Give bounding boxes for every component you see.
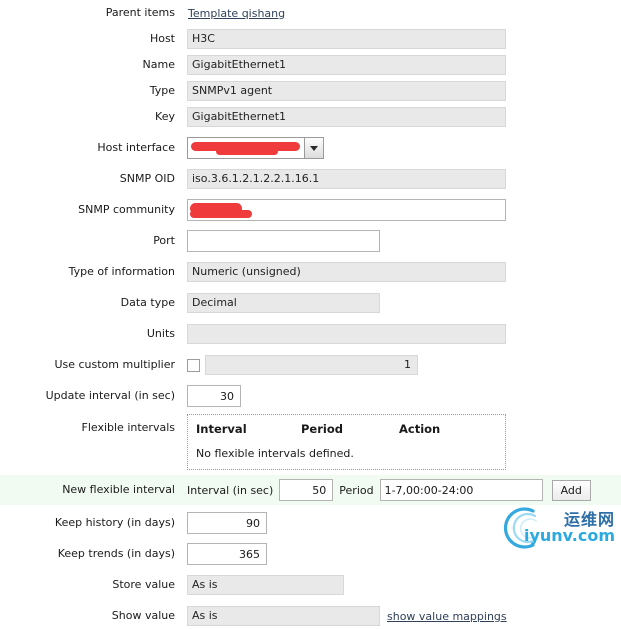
form-row-parent-items: Parent items Template qishang bbox=[0, 0, 621, 26]
label-use-custom-multiplier: Use custom multiplier bbox=[54, 358, 175, 371]
label-name: Name bbox=[142, 58, 175, 71]
field-type: SNMPv1 agent bbox=[187, 81, 621, 101]
data-type-value: Decimal bbox=[187, 293, 380, 313]
form-row-type-of-information: Type of information Numeric (unsigned) bbox=[0, 259, 621, 285]
label-new-flexible-interval: New flexible interval bbox=[62, 483, 175, 496]
field-host: H3C bbox=[187, 29, 621, 49]
form-row-keep-history: Keep history (in days) bbox=[0, 510, 621, 536]
redaction-mark bbox=[190, 210, 252, 218]
keep-history-input[interactable] bbox=[187, 512, 267, 534]
label-host: Host bbox=[149, 32, 175, 45]
form-row-snmp-oid: SNMP OID iso.3.6.1.2.1.2.2.1.16.1 bbox=[0, 166, 621, 192]
label-show-value: Show value bbox=[111, 609, 175, 622]
item-configuration-form: Parent items Template qishang Host H3C N… bbox=[0, 0, 621, 629]
form-row-new-flexible-interval: New flexible interval Interval (in sec) … bbox=[0, 475, 621, 505]
label-host-interface: Host interface bbox=[97, 141, 175, 154]
custom-multiplier-value: 1 bbox=[205, 355, 418, 375]
label-parent-items: Parent items bbox=[105, 6, 175, 19]
form-row-units: Units bbox=[0, 321, 621, 347]
field-host-interface bbox=[187, 137, 621, 159]
redaction-mark bbox=[216, 148, 278, 155]
store-value-value: As is bbox=[187, 575, 344, 595]
label-update-interval: Update interval (in sec) bbox=[45, 389, 175, 402]
field-snmp-community bbox=[187, 199, 621, 221]
label-keep-history: Keep history (in days) bbox=[54, 516, 175, 529]
update-interval-input[interactable] bbox=[187, 385, 241, 407]
show-value-mappings-link[interactable]: show value mappings bbox=[387, 610, 507, 623]
field-keep-history bbox=[187, 512, 621, 534]
form-row-port: Port bbox=[0, 228, 621, 254]
label-key: Key bbox=[155, 110, 175, 123]
form-row-host: Host H3C bbox=[0, 26, 621, 52]
label-snmp-oid: SNMP OID bbox=[119, 172, 175, 185]
field-key: GigabitEthernet1 bbox=[187, 107, 621, 127]
form-row-update-interval: Update interval (in sec) bbox=[0, 383, 621, 409]
show-value-value: As is bbox=[187, 606, 380, 626]
field-port bbox=[187, 230, 621, 252]
form-row-snmp-community: SNMP community bbox=[0, 197, 621, 223]
field-snmp-oid: iso.3.6.1.2.1.2.2.1.16.1 bbox=[187, 169, 621, 189]
form-row-host-interface: Host interface bbox=[0, 135, 621, 161]
port-input[interactable] bbox=[187, 230, 380, 252]
host-interface-select[interactable] bbox=[187, 137, 324, 159]
host-interface-select-value[interactable] bbox=[187, 137, 305, 159]
keep-trends-input[interactable] bbox=[187, 543, 267, 565]
field-update-interval bbox=[187, 385, 621, 407]
parent-items-link[interactable]: Template qishang bbox=[187, 7, 285, 20]
field-use-custom-multiplier: 1 bbox=[187, 355, 621, 375]
flexible-intervals-table: Interval Period Action No flexible inter… bbox=[187, 414, 506, 470]
label-type-of-information: Type of information bbox=[68, 265, 175, 278]
type-value: SNMPv1 agent bbox=[187, 81, 506, 101]
field-flexible-intervals: Interval Period Action No flexible inter… bbox=[187, 414, 621, 470]
snmp-community-input[interactable] bbox=[187, 199, 506, 221]
column-header-interval: Interval bbox=[196, 422, 247, 436]
form-row-keep-trends: Keep trends (in days) bbox=[0, 541, 621, 567]
field-data-type: Decimal bbox=[187, 293, 621, 313]
label-snmp-community: SNMP community bbox=[78, 203, 175, 216]
flexible-intervals-header: Interval Period Action bbox=[196, 422, 497, 436]
column-header-action: Action bbox=[399, 422, 441, 436]
snmp-oid-value: iso.3.6.1.2.1.2.2.1.16.1 bbox=[187, 169, 506, 189]
label-data-type: Data type bbox=[120, 296, 175, 309]
field-units bbox=[187, 324, 621, 344]
label-units: Units bbox=[146, 327, 175, 340]
add-flexible-interval-button[interactable]: Add bbox=[551, 479, 591, 501]
key-value: GigabitEthernet1 bbox=[187, 107, 506, 127]
use-custom-multiplier-checkbox[interactable] bbox=[187, 358, 200, 372]
field-parent-items: Template qishang bbox=[187, 7, 621, 20]
label-keep-trends: Keep trends (in days) bbox=[57, 547, 175, 560]
name-value: GigabitEthernet1 bbox=[187, 55, 506, 75]
form-row-store-value: Store value As is bbox=[0, 572, 621, 598]
new-interval-input[interactable] bbox=[279, 479, 334, 501]
label-port: Port bbox=[153, 234, 175, 247]
form-row-show-value: Show value As is show value mappings bbox=[0, 603, 621, 629]
form-row-data-type: Data type Decimal bbox=[0, 290, 621, 316]
units-value bbox=[187, 324, 506, 344]
form-row-flexible-intervals: Flexible intervals Interval Period Actio… bbox=[0, 414, 621, 470]
label-new-interval-seconds: Interval (in sec) bbox=[187, 483, 274, 497]
type-of-information-value: Numeric (unsigned) bbox=[187, 262, 506, 282]
field-name: GigabitEthernet1 bbox=[187, 55, 621, 75]
field-keep-trends bbox=[187, 543, 621, 565]
field-store-value: As is bbox=[187, 575, 621, 595]
column-header-period: Period bbox=[301, 422, 343, 436]
label-type: Type bbox=[149, 84, 175, 97]
host-value: H3C bbox=[187, 29, 506, 49]
flexible-intervals-empty-message: No flexible intervals defined. bbox=[196, 447, 354, 460]
field-show-value: As is show value mappings bbox=[187, 606, 621, 626]
new-interval-period-input[interactable] bbox=[379, 479, 543, 501]
form-row-name: Name GigabitEthernet1 bbox=[0, 52, 621, 78]
chevron-down-icon[interactable] bbox=[305, 137, 324, 159]
field-new-flexible-interval: Interval (in sec) Period Add bbox=[187, 479, 621, 501]
form-row-key: Key GigabitEthernet1 bbox=[0, 104, 621, 130]
label-flexible-intervals: Flexible intervals bbox=[81, 421, 176, 434]
field-type-of-information: Numeric (unsigned) bbox=[187, 262, 621, 282]
form-row-type: Type SNMPv1 agent bbox=[0, 78, 621, 104]
form-row-use-custom-multiplier: Use custom multiplier 1 bbox=[0, 352, 621, 378]
label-store-value: Store value bbox=[112, 578, 175, 591]
label-new-interval-period: Period bbox=[339, 483, 374, 497]
